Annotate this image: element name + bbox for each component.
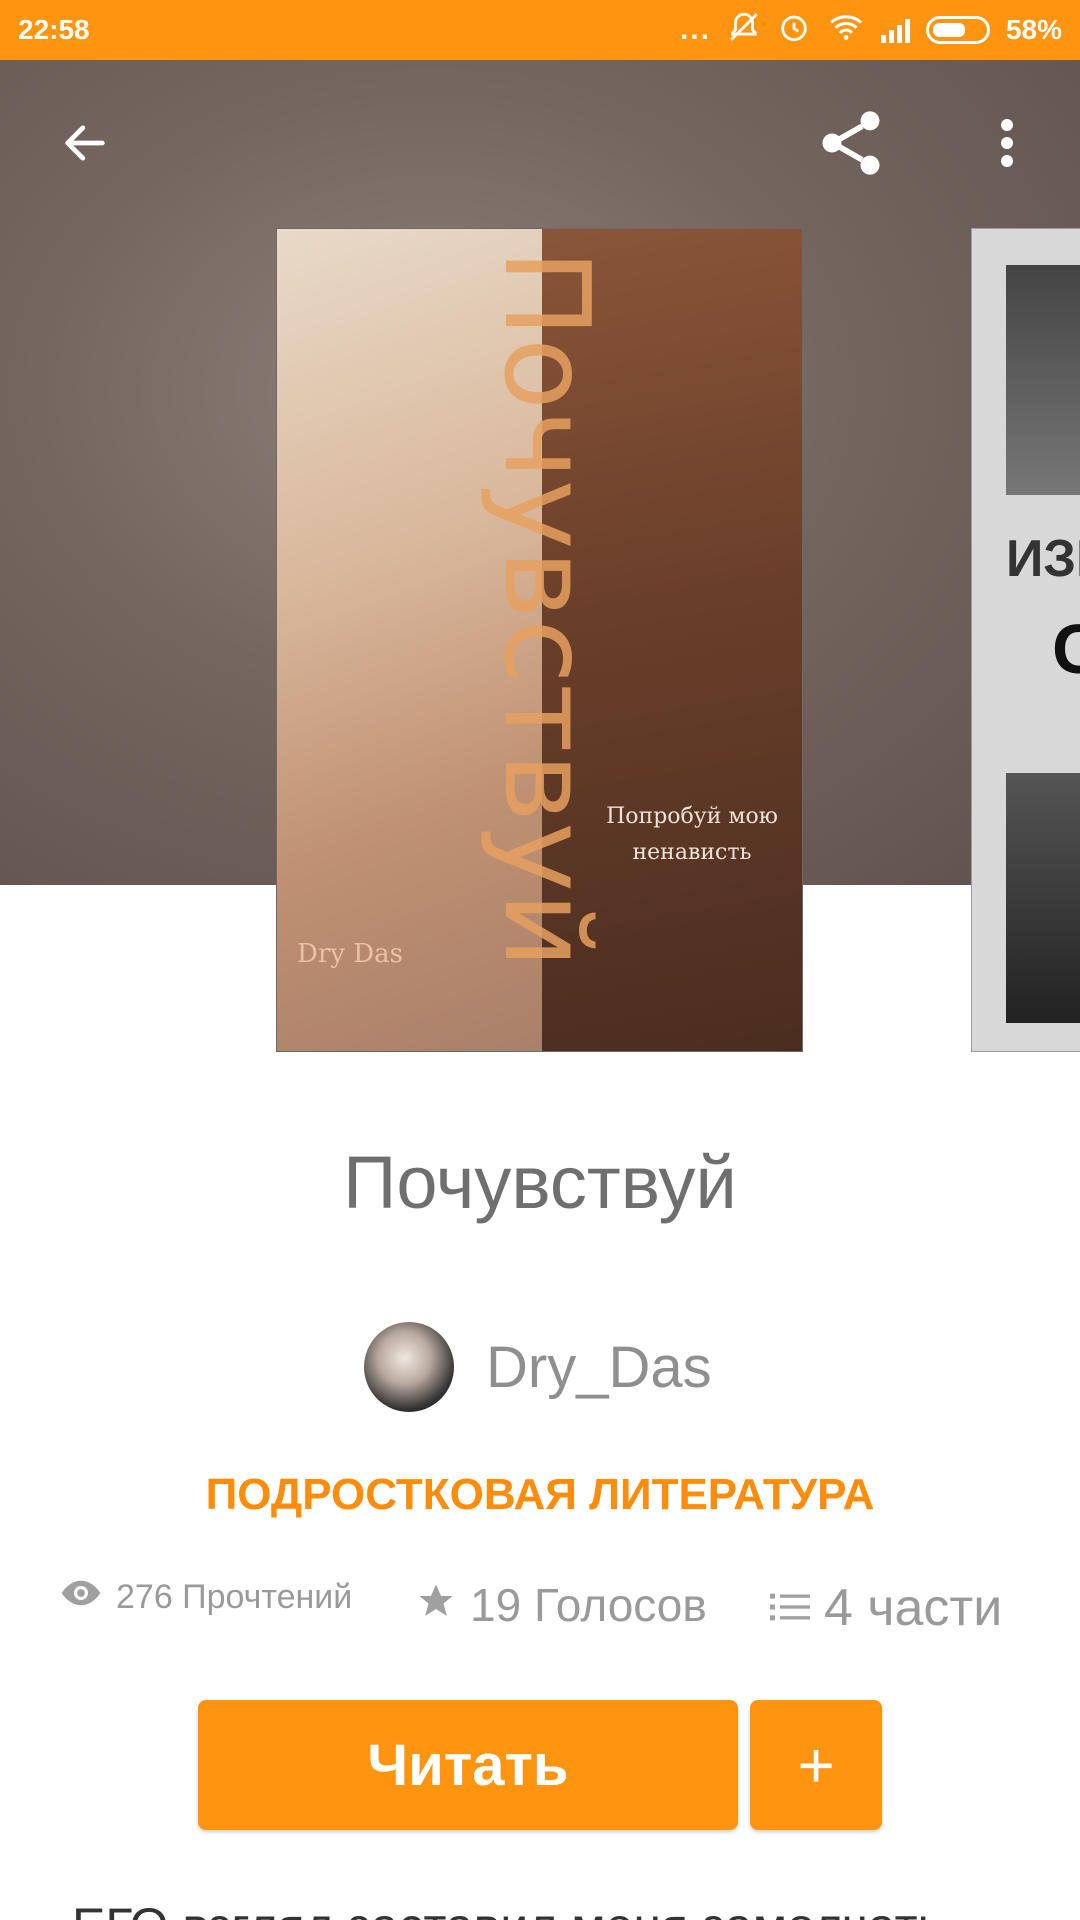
author-row[interactable]: Dry_Das [364, 1322, 712, 1412]
votes-stat: 19 Голосов [416, 1578, 707, 1632]
next-book-cover[interactable]: ИЗЬ С [971, 228, 1080, 1052]
author-name[interactable]: Dry_Das [486, 1334, 712, 1401]
more-vert-icon [997, 116, 1017, 175]
reads-stat: 276 Прочтений [60, 1578, 352, 1617]
parts-count: 4 части [824, 1579, 1003, 1637]
read-button[interactable]: Читать [198, 1700, 738, 1830]
parts-stat[interactable]: 4 части [770, 1578, 1002, 1638]
next-cover-text: ИЗЬ [1006, 530, 1080, 588]
cover-author: Dry Das [297, 939, 403, 969]
share-button[interactable] [806, 100, 896, 190]
add-to-library-button[interactable]: + [750, 1700, 882, 1830]
notification-dots: ... [679, 13, 711, 46]
mute-icon [727, 10, 761, 51]
reads-count: 276 Прочтений [116, 1578, 353, 1616]
signal-icon [880, 17, 910, 43]
star-icon [416, 1578, 456, 1632]
battery-icon [925, 16, 990, 44]
category-link[interactable]: ПОДРОСТКОВАЯ ЛИТЕРАТУРА [0, 1470, 1080, 1520]
more-options-button[interactable] [962, 100, 1052, 190]
story-title: Почувствуй [343, 1141, 737, 1224]
battery-percent: 58% [1005, 14, 1062, 45]
book-cover[interactable]: Почувствуй Попробуй мою ненависть Dry Da… [276, 228, 803, 1052]
back-arrow-icon [59, 117, 111, 174]
share-icon [813, 105, 889, 186]
back-button[interactable] [40, 100, 130, 190]
next-cover-photo-bottom [1006, 773, 1080, 1023]
cover-tagline: Попробуй мою ненависть [606, 804, 778, 865]
eye-icon [60, 1578, 102, 1617]
status-bar: 22:58 ... 58% [0, 0, 1080, 60]
status-icons: ... 58% [680, 10, 1062, 51]
list-icon [770, 1578, 810, 1638]
cover-title: Почувствуй [478, 249, 616, 969]
alarm-icon [777, 10, 811, 51]
story-description: ЕГО взгляд заставил меня замолчать [72, 1896, 1032, 1920]
wifi-icon [827, 12, 865, 49]
next-cover-photo-top [1006, 265, 1080, 495]
author-avatar[interactable] [364, 1322, 454, 1412]
status-time: 22:58 [18, 14, 90, 45]
votes-count: 19 Голосов [470, 1579, 707, 1631]
story-stats: 276 Прочтений 19 Голосов 4 части [0, 1578, 1080, 1648]
next-cover-text-2: С [1052, 609, 1080, 689]
